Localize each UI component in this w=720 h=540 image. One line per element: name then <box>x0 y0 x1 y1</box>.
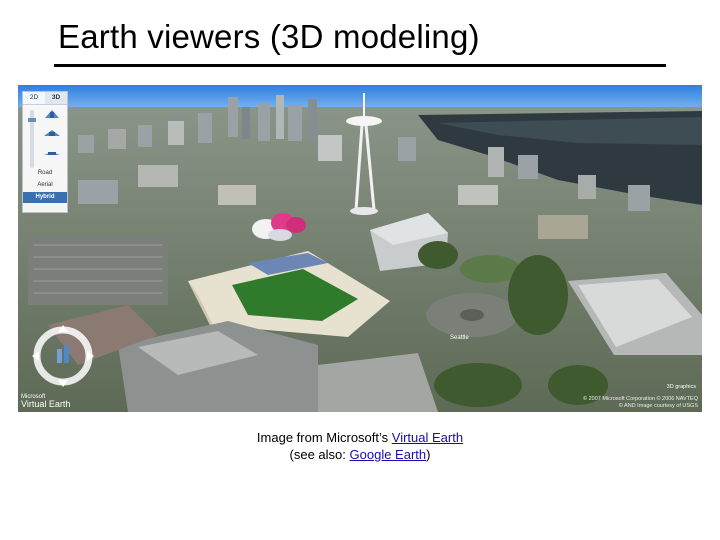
aerial-3d-scene[interactable] <box>18 85 702 412</box>
brand-large: Virtual Earth <box>21 399 71 409</box>
navigation-control-panel: 2D 3D Road Aerial Hybrid <box>22 91 68 213</box>
closing-paren: ) <box>426 447 431 462</box>
graphics-credit: 3D graphics <box>666 384 696 390</box>
caption-text: Image from Microsoft’s <box>256 430 392 445</box>
view-mode-tabs: 2D 3D <box>23 92 67 105</box>
map-style-aerial[interactable]: Aerial <box>23 180 67 191</box>
compass-rotate-control[interactable] <box>30 323 96 389</box>
caption-line-1: Image from Microsoft’s Virtual Earth <box>0 430 720 445</box>
slide-title: Earth viewers (3D modeling) <box>58 18 480 55</box>
map-style-hybrid[interactable]: Hybrid <box>23 192 67 203</box>
place-label: Seattle <box>450 335 469 341</box>
copyright-line-2: © AND Image courtesy of USGS <box>618 402 698 409</box>
top-down-view-icon[interactable] <box>43 144 61 156</box>
caption-line-2: (see also: Google Earth) <box>0 447 720 462</box>
google-earth-link[interactable]: Google Earth <box>350 447 427 462</box>
virtual-earth-link[interactable]: Virtual Earth <box>392 430 463 445</box>
virtual-earth-logo: Microsoft Virtual Earth <box>21 394 70 409</box>
zoom-slider-knob[interactable] <box>28 118 36 122</box>
map-viewer[interactable]: 2D 3D Road Aerial Hybrid Seattle 3D grap… <box>18 85 702 412</box>
tab-3d[interactable]: 3D <box>45 92 67 104</box>
see-also-text: (see also: <box>289 447 350 462</box>
copyright-line-1: © 2007 Microsoft Corporation © 2006 NAVT… <box>583 396 698 402</box>
zoom-slider[interactable] <box>28 110 36 168</box>
map-copyright: © 2007 Microsoft Corporation © 2006 NAVT… <box>583 396 698 409</box>
map-style-road[interactable]: Road <box>23 168 67 179</box>
title-underline <box>54 64 666 67</box>
tilt-view-icon[interactable] <box>43 108 61 120</box>
tilt-angle-icon[interactable] <box>43 126 61 138</box>
tab-2d[interactable]: 2D <box>23 92 45 104</box>
